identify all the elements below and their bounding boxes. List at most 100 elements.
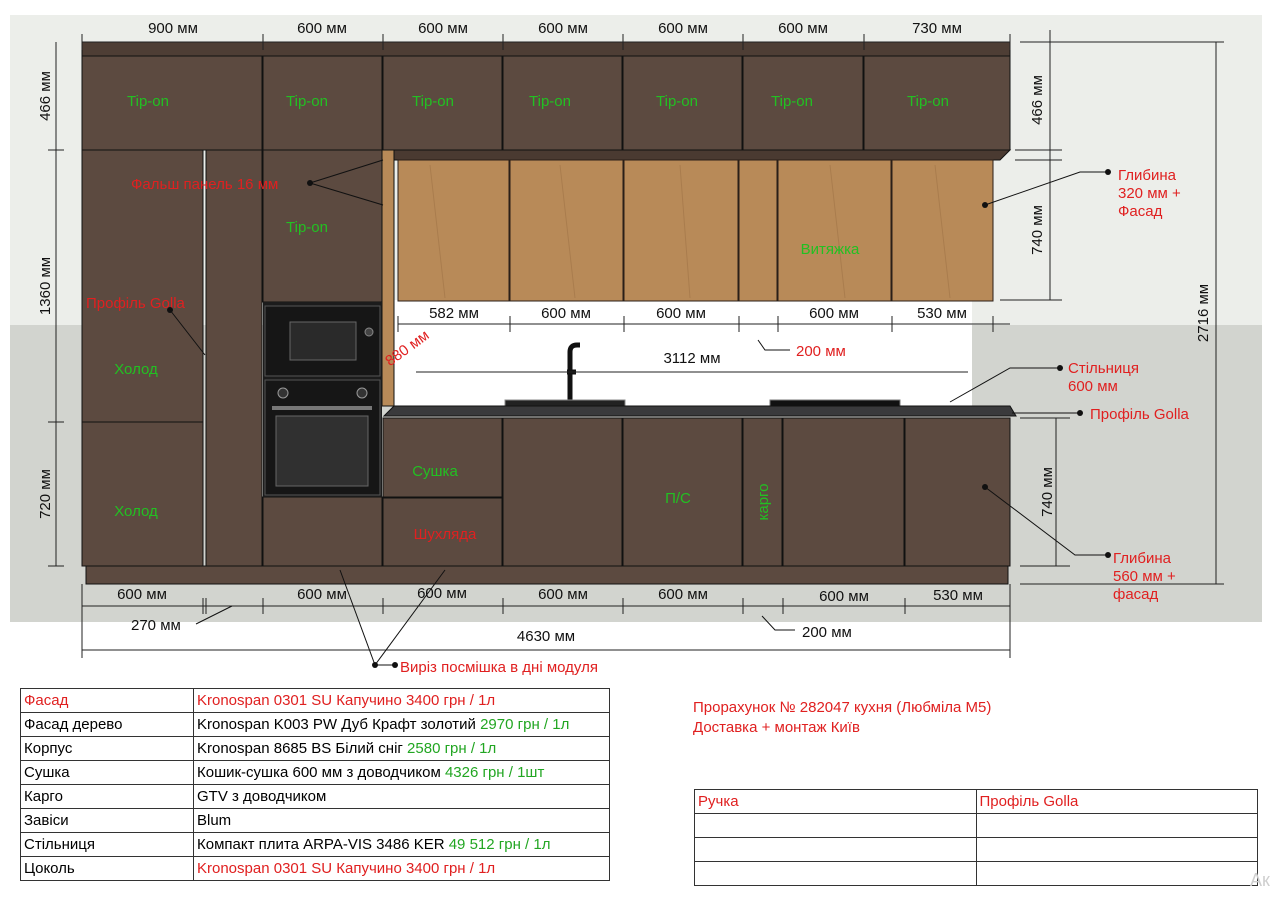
mid-dim-2: 600 мм: [541, 305, 591, 322]
spec-value-part: Kronospan K003 PW Дуб Крафт золотий: [197, 716, 481, 733]
left-dim-2: 1360 мм: [37, 257, 54, 315]
base-front-3: [502, 417, 623, 567]
hood-label: Витяжка: [801, 241, 860, 258]
order-note-line-2: Доставка + монтаж Київ: [693, 719, 860, 736]
dryer-label: Сушка: [412, 463, 458, 480]
specification-table-body: Фасад Kronospan 0301 SU Капучино 3400 грн…: [20, 688, 610, 881]
wall-cabinet-5: [777, 159, 892, 302]
worktop-line-1: Стільниця: [1068, 360, 1139, 377]
spec-value-part: 4326 грн / 1шт: [444, 764, 545, 781]
base-front-7: [904, 417, 1011, 567]
bottom-dim-5: 600 мм: [658, 586, 708, 603]
oven-handle: [272, 406, 372, 410]
spec-row: Фасад Kronospan 0301 SU Капучино 3400 грн…: [20, 688, 610, 713]
upper-front-label-1: Tip-on: [127, 93, 169, 110]
handle-key-cell: Ручка: [694, 789, 977, 814]
handle-empty-cell: [694, 837, 977, 862]
spec-value-cell: Kronospan K003 PW Дуб Крафт золотий 2970…: [193, 712, 610, 737]
upper-front-label-5: Tip-on: [656, 93, 698, 110]
spec-value-part: Kronospan 0301 SU Капучино 3400 грн / 1л: [197, 692, 496, 709]
fridge-upper-label: Холод: [114, 361, 158, 378]
backsplash-width-dim: 3112 мм: [663, 350, 720, 367]
handle-empty-cell: [694, 861, 977, 886]
plinth: [85, 565, 1009, 585]
handle-empty-cell: [975, 861, 1258, 886]
upper-front-label-6: Tip-on: [771, 93, 813, 110]
mid-dim-1: 582 мм: [429, 305, 479, 322]
wall-cabinet-2: [509, 159, 624, 302]
spec-value-part: GTV з доводчиком: [197, 788, 327, 805]
dot: [1057, 365, 1063, 371]
left-dim-1: 466 мм: [37, 71, 54, 121]
upper-front-label-4: Tip-on: [529, 93, 571, 110]
top-dim-3: 600 мм: [418, 20, 468, 37]
bottom-dim-1: 600 мм: [117, 586, 167, 603]
handle-table-row: Ручка Профіль Golla: [694, 789, 1258, 814]
top-dim-2: 600 мм: [297, 20, 347, 37]
dot: [982, 484, 988, 490]
worktop: [382, 405, 1017, 417]
order-note-line-1: Прорахунок № 282047 кухня (Любміла М5): [693, 699, 992, 716]
dishwasher-label: П/С: [665, 490, 691, 507]
top-dim-6: 600 мм: [778, 20, 828, 37]
bottom-dim-7: 530 мм: [933, 587, 983, 604]
handle-table-row: [694, 861, 1258, 886]
base-fronts: [382, 417, 1011, 567]
depth-lower-line-1: Глибина: [1113, 550, 1172, 567]
dot: [1105, 169, 1111, 175]
bottom-dim-2: 600 мм: [297, 586, 347, 603]
spec-value-cell: Kronospan 0301 SU Капучино 3400 грн / 1л: [193, 688, 610, 713]
bottom-dim-4: 600 мм: [538, 586, 588, 603]
mid-gap-dim: 200 мм: [796, 343, 846, 360]
bottom-gap-270: 270 мм: [131, 617, 181, 634]
spec-value-cell: Компакт плита ARPA-VIS 3486 KER 49 512 г…: [193, 832, 610, 857]
oven-bottom-drawer: [262, 496, 383, 567]
dot: [307, 180, 313, 186]
fridge-lower-label: Холод: [114, 503, 158, 520]
spec-row: Цоколь Kronospan 0301 SU Капучино 3400 гр…: [20, 856, 610, 881]
bottom-gap-200: 200 мм: [802, 624, 852, 641]
spec-value-cell: Kronospan 0301 SU Капучино 3400 грн / 1л: [193, 856, 610, 881]
spec-value-part: Кошик-сушка 600 мм з доводчиком: [197, 764, 445, 781]
handle-empty-cell: [694, 813, 977, 838]
spec-key-cell: Карго: [20, 784, 194, 809]
upper-soffit: [381, 149, 1012, 161]
right-dim-4: 2716 мм: [1195, 284, 1212, 342]
handle-empty-cell: [975, 837, 1258, 862]
spec-value-part: Kronospan 8685 BS Білий сніг: [197, 740, 408, 757]
right-dim-3: 740 мм: [1039, 467, 1056, 517]
mid-dim-3: 600 мм: [656, 305, 706, 322]
cornice: [81, 41, 1011, 57]
dot: [982, 202, 988, 208]
oven-knob-left: [277, 387, 289, 399]
spec-row: Фасад дерево Kronospan K003 PW Дуб Крафт …: [20, 712, 610, 737]
right-dim-1: 466 мм: [1029, 75, 1046, 125]
microwave-window: [289, 321, 357, 361]
dot: [1105, 552, 1111, 558]
upper-front-1: [81, 55, 263, 151]
spec-key-cell: Стільниця: [20, 832, 194, 857]
microwave-knob: [364, 327, 374, 337]
depth-lower-line-2: 560 мм +: [1113, 568, 1176, 585]
handle-table: Ручка Профіль Golla: [694, 789, 1258, 886]
upper-front-label-2: Tip-on: [286, 93, 328, 110]
spec-row: Сушка Кошик-сушка 600 мм з доводчиком 432…: [20, 760, 610, 785]
top-dim-1: 900 мм: [148, 20, 198, 37]
top-dim-5: 600 мм: [658, 20, 708, 37]
spec-row: Стільниця Компакт плита ARPA-VIS 3486 KER…: [20, 832, 610, 857]
base-front-6: [782, 417, 905, 567]
bottom-dim-3: 600 мм: [417, 585, 467, 602]
tall-side-panel: [205, 149, 263, 567]
cargo-label: карго: [755, 483, 772, 520]
depth-upper-line-1: Глибина: [1118, 167, 1177, 184]
tip-on-middle-label: Tip-on: [286, 219, 328, 236]
spec-key-cell: Сушка: [20, 760, 194, 785]
spec-value-cell: Kronospan 8685 BS Білий сніг 2580 грн / …: [193, 736, 610, 761]
spec-value-part: 49 512 грн / 1л: [448, 836, 551, 853]
spec-value-cell: GTV з доводчиком: [193, 784, 610, 809]
mid-dim-4: 600 мм: [809, 305, 859, 322]
wall-cabinet-4: [738, 159, 778, 302]
oven-knob-right: [356, 387, 368, 399]
depth-upper-line-3: Фасад: [1118, 203, 1163, 220]
dot: [1077, 410, 1083, 416]
